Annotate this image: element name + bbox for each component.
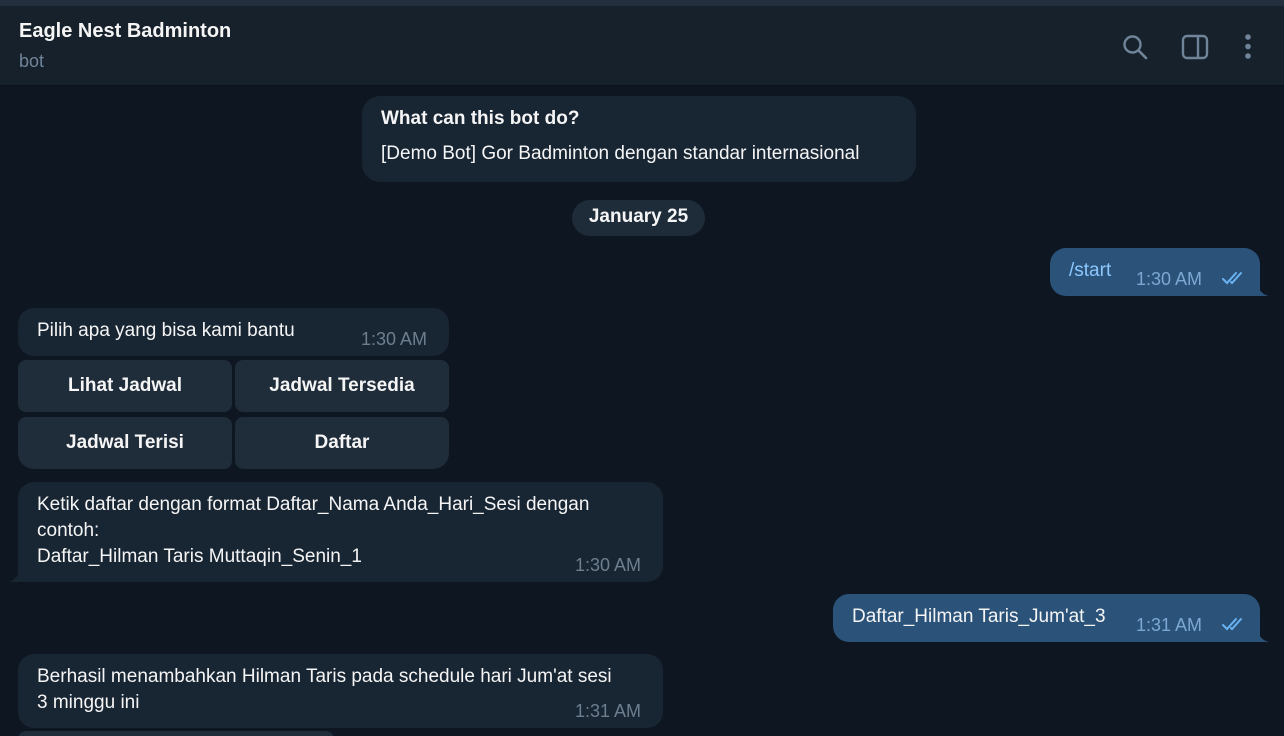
message-time: 1:31 AM: [575, 701, 642, 721]
message-time: 1:30 AM: [361, 329, 428, 349]
chat-subtitle: bot: [19, 51, 45, 71]
bot-info-question: What can this bot do?: [381, 108, 580, 129]
chat-title[interactable]: Eagle Nest Badminton: [19, 20, 231, 43]
message-time: 1:31 AM: [1136, 615, 1203, 635]
bot-info-card: What can this bot do? [Demo Bot] Gor Bad…: [362, 96, 916, 182]
message-bubble-incoming[interactable]: Berhasil menambahkan Hilman Taris pada s…: [18, 654, 663, 728]
bubble-tail: [8, 568, 20, 582]
more-vertical-icon[interactable]: [1233, 32, 1263, 62]
bot-info-description: [Demo Bot] Gor Badminton dengan standar …: [381, 143, 860, 164]
bubble-tail: [1257, 282, 1269, 296]
double-check-icon: [1222, 270, 1250, 286]
message-text[interactable]: Pilih apa yang bisa kami bantu: [37, 318, 295, 344]
inline-button-jadwal-terisi[interactable]: Jadwal Terisi: [18, 417, 232, 469]
chat-header: Eagle Nest Badminton bot: [0, 6, 1284, 86]
double-check-icon: [1222, 616, 1250, 632]
inline-button-daftar[interactable]: Daftar: [235, 417, 449, 469]
message-time: 1:30 AM: [575, 555, 642, 575]
bubble-tail: [1257, 628, 1269, 642]
search-icon[interactable]: [1120, 32, 1150, 62]
inline-button-partial[interactable]: [18, 731, 334, 736]
message-bubble-incoming[interactable]: Ketik daftar dengan format Daftar_Nama A…: [18, 482, 663, 582]
inline-button-lihat-jadwal[interactable]: Lihat Jadwal: [18, 360, 232, 412]
sidebar-toggle-icon[interactable]: [1180, 32, 1210, 62]
message-bubble-outgoing[interactable]: Daftar_Hilman Taris_Jum'at_3 1:31 AM: [833, 594, 1260, 642]
message-text[interactable]: Ketik daftar dengan format Daftar_Nama A…: [37, 492, 647, 570]
message-text[interactable]: Berhasil menambahkan Hilman Taris pada s…: [37, 664, 627, 716]
inline-button-jadwal-tersedia[interactable]: Jadwal Tersedia: [235, 360, 449, 412]
message-time: 1:30 AM: [1136, 269, 1203, 289]
message-text[interactable]: Daftar_Hilman Taris_Jum'at_3: [852, 604, 1106, 630]
message-list[interactable]: What can this bot do? [Demo Bot] Gor Bad…: [0, 87, 1284, 736]
message-text[interactable]: /start: [1069, 258, 1111, 284]
message-bubble-incoming[interactable]: Pilih apa yang bisa kami bantu 1:30 AM: [18, 308, 449, 356]
message-bubble-outgoing[interactable]: /start 1:30 AM: [1050, 248, 1260, 296]
date-separator: January 25: [572, 200, 705, 236]
